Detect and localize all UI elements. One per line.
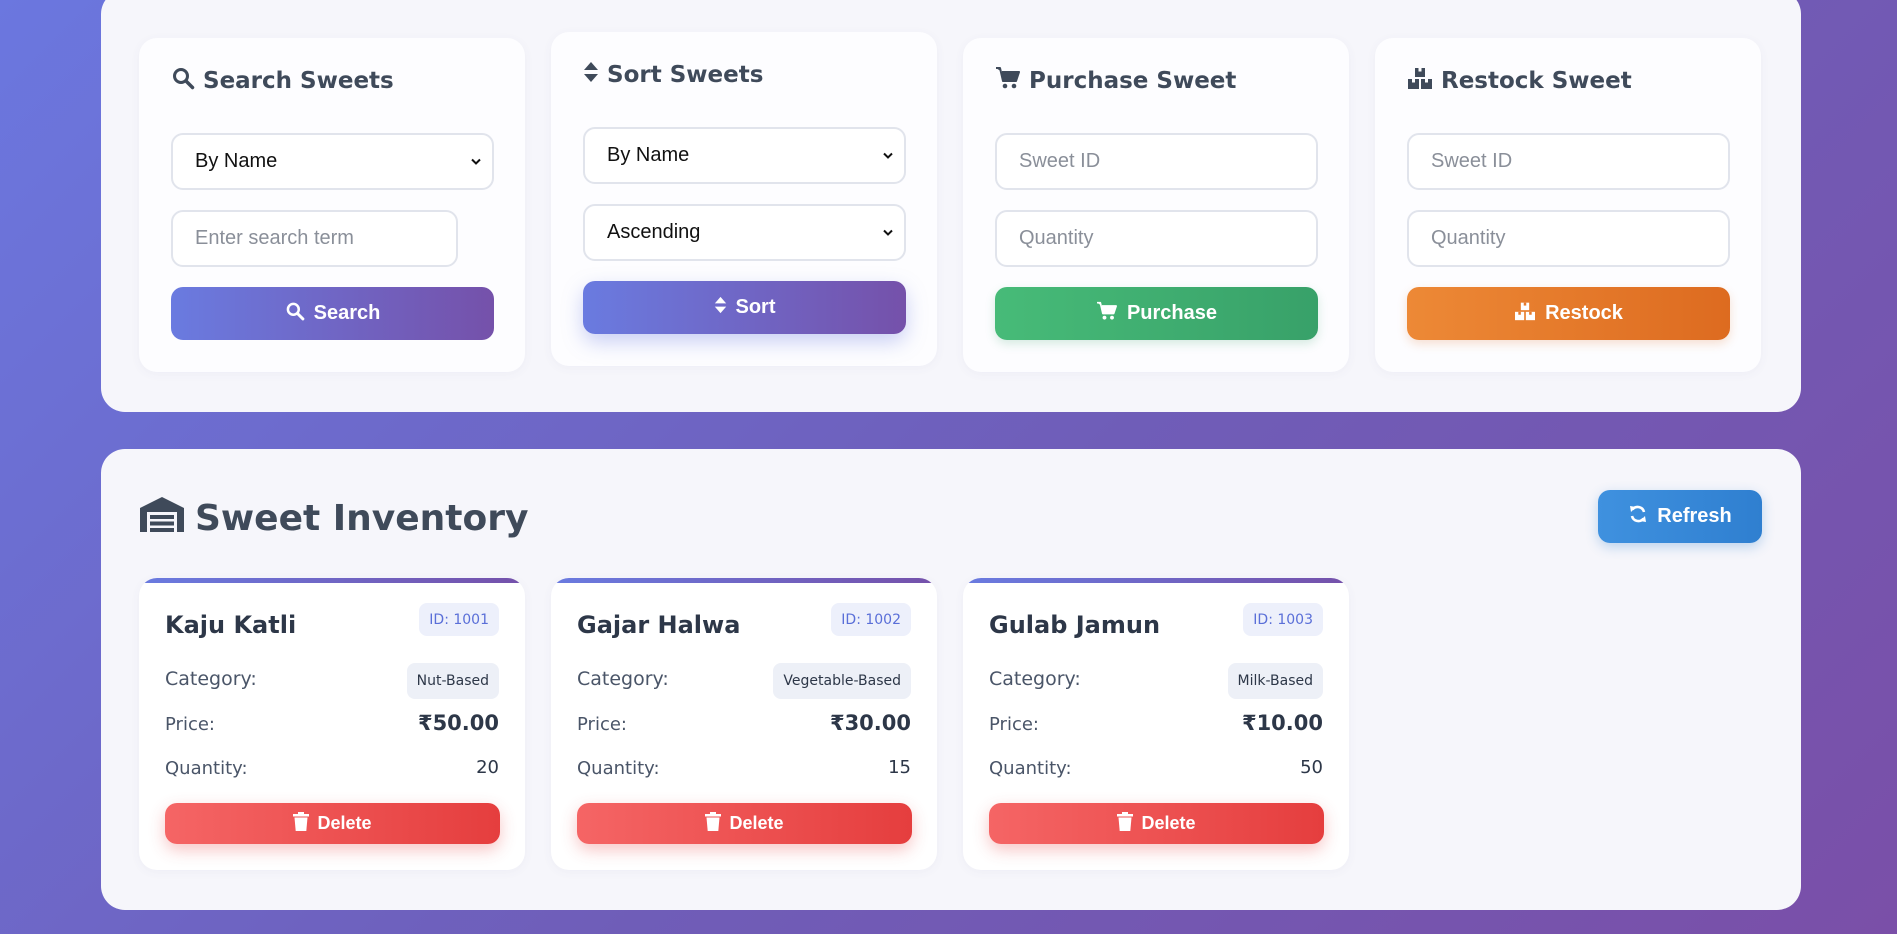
quantity-label: Quantity: bbox=[165, 758, 248, 779]
price-value: ₹50.00 bbox=[417, 711, 499, 735]
card-accent-bar bbox=[139, 578, 525, 583]
purchase-quantity-input[interactable]: Quantity bbox=[995, 210, 1318, 267]
search-by-select[interactable]: By Name bbox=[171, 133, 494, 190]
sort-card: Sort Sweets By Name Ascending Sort bbox=[551, 32, 937, 366]
refresh-icon bbox=[1628, 504, 1648, 530]
restock-quantity-input[interactable]: Quantity bbox=[1407, 210, 1730, 267]
refresh-button[interactable]: Refresh bbox=[1598, 490, 1762, 543]
inventory-title: Sweet Inventory bbox=[139, 495, 528, 542]
trash-icon bbox=[1117, 811, 1134, 836]
sort-icon bbox=[583, 60, 599, 90]
chevron-down-icon bbox=[882, 144, 894, 167]
restock-card-title: Restock Sweet bbox=[1407, 66, 1632, 96]
sort-button[interactable]: Sort bbox=[583, 281, 906, 334]
sweet-card: Gajar Halwa ID: 1002 Category: Vegetable… bbox=[551, 578, 937, 870]
category-badge: Milk-Based bbox=[1227, 663, 1323, 699]
category-badge: Nut-Based bbox=[406, 663, 499, 699]
boxes-icon bbox=[1407, 66, 1433, 96]
quantity-label: Quantity: bbox=[577, 758, 660, 779]
price-value: ₹30.00 bbox=[829, 711, 911, 735]
category-label: Category: bbox=[577, 668, 669, 690]
category-label: Category: bbox=[165, 668, 257, 690]
category-label: Category: bbox=[989, 668, 1081, 690]
trash-icon bbox=[705, 811, 722, 836]
restock-sweet-id-input[interactable]: Sweet ID bbox=[1407, 133, 1730, 190]
sort-order-select[interactable]: Ascending bbox=[583, 204, 906, 261]
sweet-id-badge: ID: 1003 bbox=[1243, 603, 1323, 636]
search-card-title: Search Sweets bbox=[171, 66, 394, 96]
delete-button[interactable]: Delete bbox=[577, 803, 912, 844]
sort-by-select[interactable]: By Name bbox=[583, 127, 906, 184]
quantity-label: Quantity: bbox=[989, 758, 1072, 779]
price-value: ₹10.00 bbox=[1241, 711, 1323, 735]
quantity-value: 50 bbox=[1300, 757, 1323, 778]
sort-icon bbox=[714, 295, 727, 321]
quantity-value: 15 bbox=[888, 757, 911, 778]
sweet-card: Gulab Jamun ID: 1003 Category: Milk-Base… bbox=[963, 578, 1349, 870]
search-card: Search Sweets By Name Enter search term … bbox=[139, 38, 525, 372]
purchase-card-title: Purchase Sweet bbox=[995, 66, 1236, 96]
price-label: Price: bbox=[989, 714, 1039, 735]
warehouse-icon bbox=[139, 495, 185, 542]
search-icon bbox=[285, 301, 305, 327]
sort-card-title: Sort Sweets bbox=[583, 60, 763, 90]
sweet-id-badge: ID: 1002 bbox=[831, 603, 911, 636]
restock-button[interactable]: Restock bbox=[1407, 287, 1730, 340]
sweet-id-badge: ID: 1001 bbox=[419, 603, 499, 636]
chevron-down-icon bbox=[470, 150, 482, 173]
search-input[interactable]: Enter search term bbox=[171, 210, 458, 267]
cart-icon bbox=[1096, 301, 1118, 327]
sweet-card: Kaju Katli ID: 1001 Category: Nut-Based … bbox=[139, 578, 525, 870]
boxes-icon bbox=[1514, 301, 1536, 327]
trash-icon bbox=[293, 811, 310, 836]
controls-panel: Search Sweets By Name Enter search term … bbox=[101, 0, 1801, 412]
chevron-down-icon bbox=[882, 221, 894, 244]
inventory-panel: Sweet Inventory Refresh Kaju Katli ID: 1… bbox=[101, 449, 1801, 910]
search-button[interactable]: Search bbox=[171, 287, 494, 340]
category-badge: Vegetable-Based bbox=[773, 663, 911, 699]
cart-icon bbox=[995, 66, 1021, 96]
price-label: Price: bbox=[165, 714, 215, 735]
card-accent-bar bbox=[551, 578, 937, 583]
delete-button[interactable]: Delete bbox=[165, 803, 500, 844]
sweet-name: Kaju Katli bbox=[165, 611, 297, 639]
sweet-name: Gulab Jamun bbox=[989, 611, 1161, 639]
delete-button[interactable]: Delete bbox=[989, 803, 1324, 844]
purchase-sweet-id-input[interactable]: Sweet ID bbox=[995, 133, 1318, 190]
sweet-name: Gajar Halwa bbox=[577, 611, 741, 639]
quantity-value: 20 bbox=[476, 757, 499, 778]
purchase-card: Purchase Sweet Sweet ID Quantity Purchas… bbox=[963, 38, 1349, 372]
price-label: Price: bbox=[577, 714, 627, 735]
search-icon bbox=[171, 66, 195, 96]
card-accent-bar bbox=[963, 578, 1349, 583]
restock-card: Restock Sweet Sweet ID Quantity Restock bbox=[1375, 38, 1761, 372]
purchase-button[interactable]: Purchase bbox=[995, 287, 1318, 340]
